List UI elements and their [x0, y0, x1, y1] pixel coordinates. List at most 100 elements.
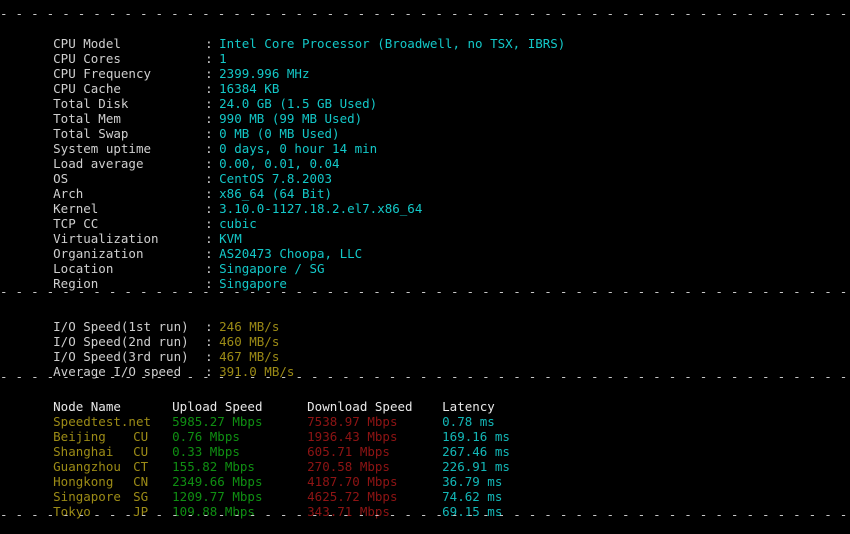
truncated-next-row: :	[0, 522, 850, 532]
info-colon: :	[205, 186, 213, 201]
info-value: x86_64 (64 Bit)	[219, 186, 333, 201]
info-value: Singapore / SG	[219, 261, 325, 276]
info-value: 0 days, 0 hour 14 min	[219, 141, 378, 156]
info-colon: :	[205, 231, 213, 246]
cell-node-cc: SG	[133, 489, 149, 504]
info-colon: :	[205, 216, 213, 231]
cell-upload: 5985.27 Mbps	[172, 414, 263, 429]
cell-upload: 1209.77 Mbps	[172, 489, 263, 504]
info-label: Location	[53, 261, 114, 276]
info-label: Virtualization	[53, 231, 159, 246]
info-colon: :	[205, 261, 213, 276]
info-value: 1	[219, 51, 227, 66]
cell-node-name: Singapore	[53, 489, 121, 504]
system-info-block: CPU Model: Intel Core Processor (Broadwel…	[0, 21, 850, 291]
terminal-window: - - - - - - - - - - - - - - - - - - - - …	[0, 0, 850, 522]
io-value: 246 MB/s	[219, 319, 280, 334]
info-value: cubic	[219, 216, 257, 231]
speedtest-table: Node Name Upload Speed Download Speed Laten…	[0, 384, 850, 519]
info-label: System uptime	[53, 141, 151, 156]
cell-download: 270.58 Mbps	[307, 459, 390, 474]
cell-node-name: Shanghai	[53, 444, 114, 459]
io-row-first-run: I/O Speed(1st run):246 MB/s	[0, 304, 850, 334]
cell-upload: 155.82 Mbps	[172, 459, 255, 474]
divider-speedtest: - - - - - - - - - - - - - - - - - - - - …	[0, 369, 850, 384]
info-label: Total Swap	[53, 126, 129, 141]
divider-top: - - - - - - - - - - - - - - - - - - - - …	[0, 6, 850, 21]
info-label: TCP CC	[53, 216, 99, 231]
info-label: CPU Frequency	[53, 66, 151, 81]
speedtest-header-row: Node Name Upload Speed Download Speed Laten…	[0, 384, 850, 414]
info-colon: :	[205, 36, 213, 51]
info-colon: :	[205, 126, 213, 141]
cell-node-name: Speedtest.net	[53, 414, 151, 429]
info-label: Total Disk	[53, 96, 129, 111]
cell-node-name: Beijing	[53, 429, 106, 444]
cell-download: 1936.43 Mbps	[307, 429, 398, 444]
cell-node-cc: CN	[133, 474, 149, 489]
info-value: Intel Core Processor (Broadwell, no TSX,…	[219, 36, 566, 51]
info-label: Load average	[53, 156, 144, 171]
info-value: 2399.996 MHz	[219, 66, 310, 81]
divider-bottom: - - - - - - - - - - - - - - - - - - - - …	[0, 507, 850, 522]
cell-node-cc: CU	[133, 429, 149, 444]
io-colon: :	[205, 334, 213, 349]
cell-node-name: Guangzhou	[53, 459, 121, 474]
info-value: AS20473 Choopa, LLC	[219, 246, 363, 261]
info-row-cpu-model: CPU Model: Intel Core Processor (Broadwel…	[0, 21, 850, 51]
io-speed-block: I/O Speed(1st run):246 MB/s I/O Speed(2n…	[0, 304, 850, 379]
info-value: 16384 KB	[219, 81, 280, 96]
cell-latency: 74.62 ms	[442, 489, 503, 504]
cell-upload: 2349.66 Mbps	[172, 474, 263, 489]
info-colon: :	[205, 171, 213, 186]
info-colon: :	[205, 111, 213, 126]
info-label: CPU Model	[53, 36, 121, 51]
cell-latency: 36.79 ms	[442, 474, 503, 489]
info-label: OS	[53, 171, 69, 186]
cell-download: 7538.97 Mbps	[307, 414, 398, 429]
cell-download: 4625.72 Mbps	[307, 489, 398, 504]
cell-node-name: Hongkong	[53, 474, 114, 489]
header-node-name: Node Name	[53, 399, 121, 414]
info-colon: :	[205, 81, 213, 96]
cell-latency: 267.46 ms	[442, 444, 510, 459]
info-value: CentOS 7.8.2003	[219, 171, 333, 186]
header-upload-speed: Upload Speed	[172, 399, 263, 414]
header-latency: Latency	[442, 399, 495, 414]
info-value: 0 MB (0 MB Used)	[219, 126, 340, 141]
info-colon: :	[205, 246, 213, 261]
io-colon: :	[205, 349, 213, 364]
io-label: I/O Speed(2nd run)	[53, 334, 189, 349]
info-value: KVM	[219, 231, 242, 246]
io-colon: :	[205, 319, 213, 334]
info-label: Total Mem	[53, 111, 121, 126]
info-label: CPU Cache	[53, 81, 121, 96]
io-label: I/O Speed(1st run)	[53, 319, 189, 334]
io-value: 460 MB/s	[219, 334, 280, 349]
cell-latency: 226.91 ms	[442, 459, 510, 474]
cell-latency: 0.78 ms	[442, 414, 495, 429]
io-value: 467 MB/s	[219, 349, 280, 364]
header-download-speed: Download Speed	[307, 399, 413, 414]
cell-download: 4187.70 Mbps	[307, 474, 398, 489]
info-label: Arch	[53, 186, 84, 201]
cell-node-cc: CT	[133, 459, 149, 474]
info-colon: :	[205, 141, 213, 156]
cell-latency: 169.16 ms	[442, 429, 510, 444]
info-colon: :	[205, 156, 213, 171]
info-value: 990 MB (99 MB Used)	[219, 111, 363, 126]
info-value: 24.0 GB (1.5 GB Used)	[219, 96, 378, 111]
divider-io: - - - - - - - - - - - - - - - - - - - - …	[0, 284, 850, 299]
info-label: CPU Cores	[53, 51, 121, 66]
info-value: 0.00, 0.01, 0.04	[219, 156, 340, 171]
info-colon: :	[205, 51, 213, 66]
cell-upload: 0.76 Mbps	[172, 429, 240, 444]
info-value: 3.10.0-1127.18.2.el7.x86_64	[219, 201, 423, 216]
io-label: I/O Speed(3rd run)	[53, 349, 189, 364]
info-colon: :	[205, 96, 213, 111]
info-colon: :	[205, 201, 213, 216]
cell-node-cc: CU	[133, 444, 149, 459]
info-colon: :	[205, 66, 213, 81]
cell-download: 605.71 Mbps	[307, 444, 390, 459]
info-label: Organization	[53, 246, 144, 261]
